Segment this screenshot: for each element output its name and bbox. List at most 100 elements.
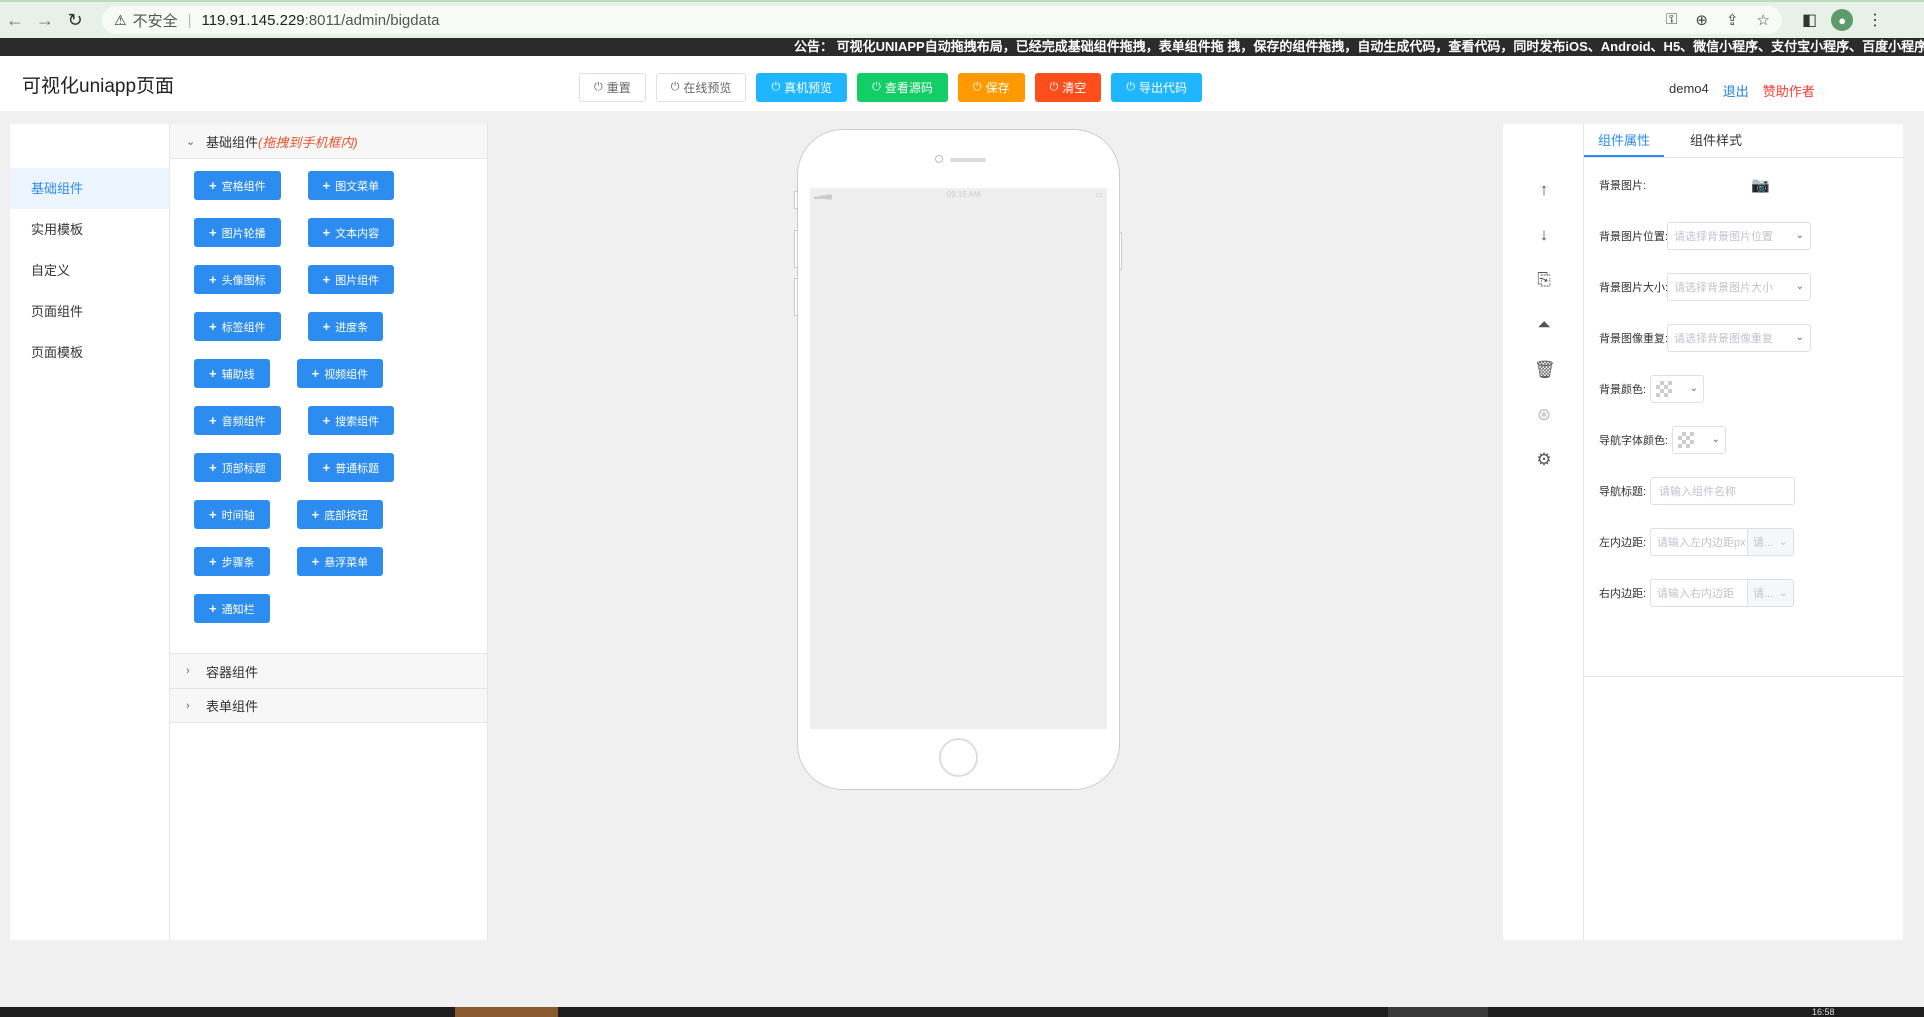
bg-repeat-select[interactable]: 请选择背景图像重复 ⌄	[1667, 323, 1811, 352]
nav-title-input[interactable]: 请输入组件名称	[1650, 476, 1795, 505]
phone-frame: ▂▃▄ 09:15 AM ▭	[797, 129, 1120, 790]
taskbar-clock: 16:58	[1812, 1007, 1835, 1017]
chevron-down-icon: ⌄	[186, 135, 196, 148]
bg-position-select[interactable]: 请选择背景图片位置 ⌄	[1667, 221, 1811, 250]
left-nav: 基础组件 实用模板 自定义 页面组件 页面模板	[10, 124, 169, 940]
component-button[interactable]: + 图片轮播	[194, 218, 281, 247]
component-button[interactable]: + 文本内容	[307, 218, 395, 247]
component-button[interactable]: + 标签组件	[194, 312, 281, 341]
component-button[interactable]: + 进度条	[307, 312, 384, 341]
nav-font-color-picker[interactable]: ⌄	[1672, 425, 1726, 454]
url-host: 119.91.145.229	[201, 11, 305, 29]
bg-size-select[interactable]: 请选择背景图片大小 ⌄	[1667, 272, 1811, 301]
arrow-down-icon[interactable]: ↓	[1534, 225, 1554, 245]
sidebar-icon[interactable]: ◧	[1802, 10, 1817, 30]
bg-color-picker[interactable]: ⌄	[1650, 374, 1704, 403]
plus-icon: +	[322, 225, 331, 240]
zoom-icon[interactable]: ⊕	[1695, 11, 1708, 29]
phone-statusbar: ▂▃▄ 09:15 AM ▭	[810, 188, 1107, 200]
basic-components-header[interactable]: ⌄ 基础组件 (拖拽到手机框内)	[170, 124, 487, 159]
clear-button[interactable]: ⏻ 清空	[1034, 73, 1102, 102]
device-preview-button[interactable]: ⏻ 真机预览	[756, 73, 848, 102]
component-button[interactable]: + 普通标题	[307, 453, 395, 482]
component-button[interactable]: + 头像图标	[194, 265, 281, 294]
power-icon: ⏻	[771, 81, 781, 93]
power-icon: ⏻	[972, 81, 982, 93]
top-icon[interactable]: ⏶	[1534, 315, 1554, 335]
device-preview-label: 真机预览	[784, 81, 833, 95]
profile-icon[interactable]: ●	[1831, 9, 1854, 31]
nav-item-page-components[interactable]: 页面组件	[10, 291, 169, 332]
component-button[interactable]: + 底部按钮	[296, 500, 384, 529]
trash-icon[interactable]: 🗑	[1534, 360, 1556, 380]
forward-arrow-icon[interactable]: →	[30, 5, 60, 35]
taskbar-app[interactable]	[1388, 1007, 1488, 1017]
phone-status-time: 09:15 AM	[946, 189, 981, 199]
taskbar-app-active[interactable]	[455, 1007, 558, 1017]
gear-icon[interactable]: ⚙	[1534, 450, 1554, 470]
star-icon[interactable]: ☆	[1757, 11, 1770, 29]
component-button-label: 普通标题	[335, 462, 380, 475]
share-icon[interactable]: ⇪	[1726, 11, 1739, 29]
clear-label: 清空	[1062, 81, 1087, 95]
address-bar[interactable]: ⚠ 不安全 | 119.91.145.229:8011/admin/bigdat…	[102, 6, 1782, 34]
camera-icon[interactable]: 📷	[1751, 176, 1770, 194]
reload-icon[interactable]: ↻	[60, 5, 90, 35]
logout-link[interactable]: 退出	[1723, 81, 1749, 100]
reset-label: 重置	[606, 81, 631, 95]
nav-font-color-label: 导航字体颜色:	[1599, 434, 1669, 447]
bg-color-label: 背景颜色:	[1599, 383, 1647, 396]
arrow-up-icon[interactable]: ↑	[1534, 180, 1554, 200]
padding-left-unit-select[interactable]: 请... ⌄	[1748, 527, 1794, 556]
menu-dots-icon[interactable]: ⋮	[1867, 10, 1883, 30]
tab-component-style[interactable]: 组件样式	[1676, 124, 1756, 157]
component-button[interactable]: + 图片组件	[307, 265, 395, 294]
nav-item-basic[interactable]: 基础组件	[10, 168, 169, 209]
bg-position-placeholder: 请选择背景图片位置	[1674, 230, 1773, 243]
padding-left-input[interactable]: 请输入左内边距px	[1650, 527, 1748, 556]
component-button[interactable]: + 图文菜单	[307, 171, 395, 200]
online-preview-button[interactable]: ⏻ 在线预览	[655, 73, 747, 102]
phone-canvas[interactable]: ▂▃▄ 09:15 AM ▭	[810, 188, 1107, 729]
component-button[interactable]: + 宫格组件	[194, 171, 281, 200]
component-button[interactable]: + 顶部标题	[194, 453, 281, 482]
sponsor-link[interactable]: 赞助作者	[1763, 81, 1815, 100]
nav-item-page-templates[interactable]: 页面模板	[10, 332, 169, 373]
nav-title-label: 导航标题:	[1599, 485, 1647, 498]
view-source-button[interactable]: ⏻ 查看源码	[857, 73, 948, 102]
view-source-label: 查看源码	[884, 81, 933, 95]
reset-button[interactable]: ⏻ 重置	[579, 73, 646, 102]
padding-left-label: 左内边距:	[1599, 536, 1647, 549]
chevron-down-icon: ⌄	[1795, 281, 1804, 292]
component-button[interactable]: + 时间轴	[194, 500, 270, 529]
phone-speaker	[950, 158, 986, 162]
component-button-label: 搜索组件	[335, 415, 380, 428]
component-button[interactable]: + 通知栏	[194, 594, 270, 623]
component-panel: ⌄ 基础组件 (拖拽到手机框内) + 宫格组件 + 图文菜单 + 图片轮播 + 文本内容 …	[169, 124, 488, 940]
component-button[interactable]: + 步骤条	[194, 547, 270, 576]
back-arrow-icon[interactable]: ←	[0, 5, 30, 35]
component-button[interactable]: + 辅助线	[194, 359, 270, 388]
component-button-grid: + 宫格组件 + 图文菜单 + 图片轮播 + 文本内容 + 头像图标 + 图片组件 + 标签组…	[170, 159, 487, 653]
chevron-right-icon: ›	[186, 665, 190, 677]
component-button-label: 标签组件	[221, 321, 266, 334]
copy-icon[interactable]: ⎘	[1534, 270, 1554, 290]
key-icon[interactable]: ⚿	[1666, 11, 1677, 29]
export-code-button[interactable]: ⏻ 导出代码	[1111, 73, 1203, 102]
form-components-header[interactable]: › 表单组件	[170, 688, 487, 723]
padding-right-input[interactable]: 请输入右内边距	[1650, 578, 1748, 607]
nav-item-templates[interactable]: 实用模板	[10, 209, 169, 250]
component-button[interactable]: + 音频组件	[194, 406, 281, 435]
aperture-icon[interactable]: ⊛	[1534, 405, 1554, 425]
component-button[interactable]: + 悬浮菜单	[296, 547, 384, 576]
plus-icon: +	[209, 413, 217, 428]
component-button[interactable]: + 视频组件	[296, 359, 384, 388]
chevron-down-icon: ⌄	[1778, 536, 1788, 548]
padding-right-unit-select[interactable]: 请... ⌄	[1748, 578, 1794, 607]
container-components-header[interactable]: › 容器组件	[170, 653, 487, 688]
component-button[interactable]: + 搜索组件	[307, 406, 395, 435]
save-button[interactable]: ⏻ 保存	[957, 73, 1025, 102]
nav-item-custom[interactable]: 自定义	[10, 250, 169, 291]
tab-component-props[interactable]: 组件属性	[1584, 124, 1665, 157]
plus-icon: +	[322, 319, 331, 334]
